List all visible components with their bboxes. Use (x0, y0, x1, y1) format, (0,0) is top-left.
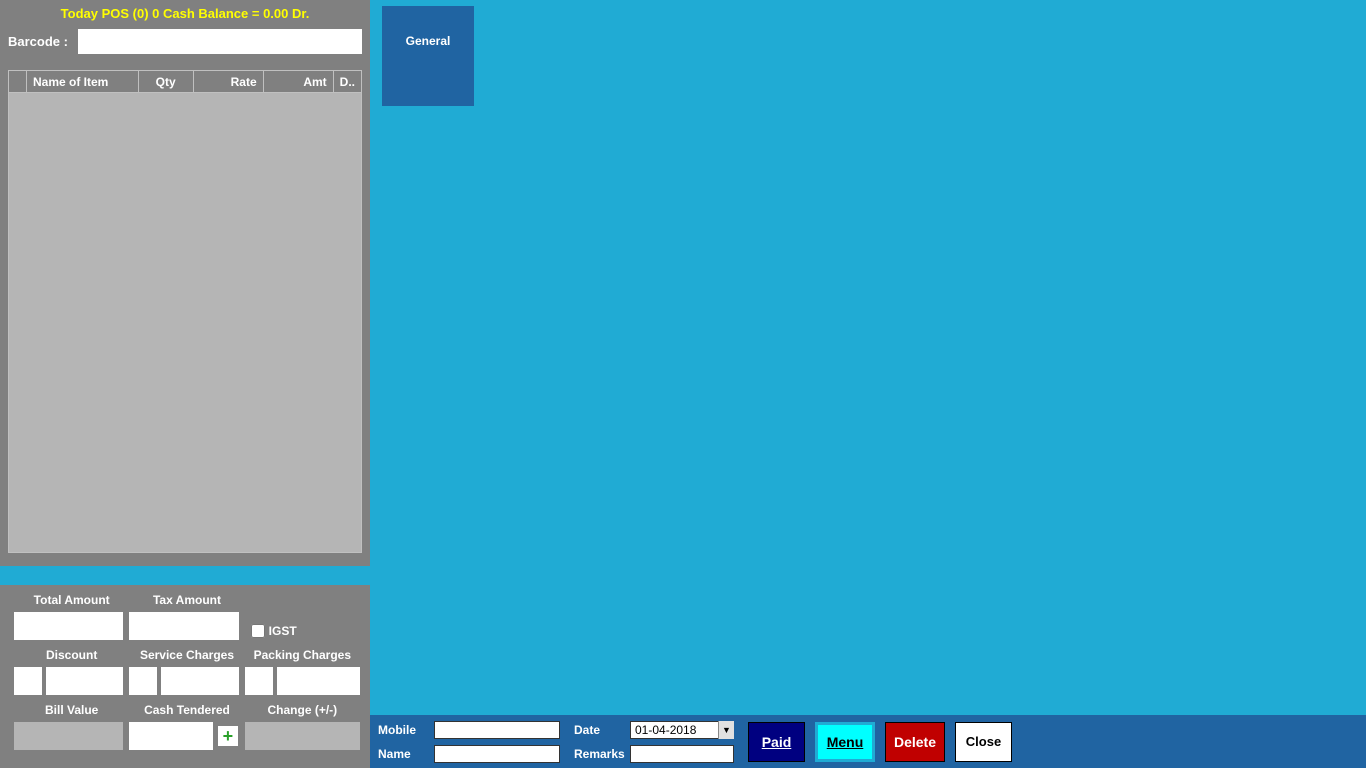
bottom-bar: Mobile Name Date ▼ Remarks Paid Menu Del… (370, 715, 1366, 768)
close-button[interactable]: Close (955, 722, 1012, 762)
barcode-label: Barcode : (8, 34, 68, 49)
items-grid: Name of Item Qty Rate Amt D.. (8, 70, 362, 93)
cash-tendered-label: Cash Tendered (129, 701, 244, 719)
delete-button[interactable]: Delete (885, 722, 945, 762)
barcode-input[interactable] (78, 29, 362, 54)
mobile-input[interactable] (434, 721, 560, 739)
category-label: General (406, 34, 451, 48)
change-output (245, 722, 360, 750)
category-general-tile[interactable]: General (382, 6, 474, 106)
discount-label: Discount (14, 646, 129, 664)
change-label: Change (+/-) (245, 701, 360, 719)
tax-amount-label: Tax Amount (129, 591, 244, 609)
col-amt-header[interactable]: Amt (263, 71, 333, 93)
plus-icon: + (223, 727, 234, 745)
col-d-header[interactable]: D.. (333, 71, 361, 93)
col-rate-header[interactable]: Rate (193, 71, 263, 93)
paid-button[interactable]: Paid (748, 722, 805, 762)
packing-pct-input[interactable] (245, 667, 273, 695)
col-name-header[interactable]: Name of Item (27, 71, 139, 93)
col-qty-header[interactable]: Qty (138, 71, 193, 93)
bill-value-output (14, 722, 123, 750)
totals-panel: Total Amount Tax Amount IGST Discount Se… (0, 585, 370, 768)
mobile-label: Mobile (378, 723, 428, 737)
items-grid-body[interactable] (8, 93, 362, 553)
total-amount-input[interactable] (14, 612, 123, 640)
bill-value-label: Bill Value (14, 701, 129, 719)
date-label: Date (574, 723, 624, 737)
cash-tendered-input[interactable] (129, 722, 212, 750)
discount-value-input[interactable] (46, 667, 123, 695)
left-panel: Today POS (0) 0 Cash Balance = 0.00 Dr. … (0, 0, 370, 566)
igst-checkbox[interactable] (251, 624, 265, 638)
date-input[interactable] (630, 721, 734, 739)
add-payment-button[interactable]: + (217, 725, 239, 747)
packing-label: Packing Charges (245, 646, 360, 664)
service-label: Service Charges (129, 646, 244, 664)
igst-label: IGST (269, 624, 297, 638)
status-bar: Today POS (0) 0 Cash Balance = 0.00 Dr. (0, 0, 370, 29)
name-input[interactable] (434, 745, 560, 763)
name-label: Name (378, 747, 428, 761)
total-amount-label: Total Amount (14, 591, 129, 609)
remarks-input[interactable] (630, 745, 734, 763)
col-spacer (9, 71, 27, 93)
packing-value-input[interactable] (277, 667, 360, 695)
remarks-label: Remarks (574, 747, 624, 761)
discount-pct-input[interactable] (14, 667, 42, 695)
service-value-input[interactable] (161, 667, 238, 695)
tax-amount-input[interactable] (129, 612, 238, 640)
menu-button[interactable]: Menu (815, 722, 875, 762)
service-pct-input[interactable] (129, 667, 157, 695)
